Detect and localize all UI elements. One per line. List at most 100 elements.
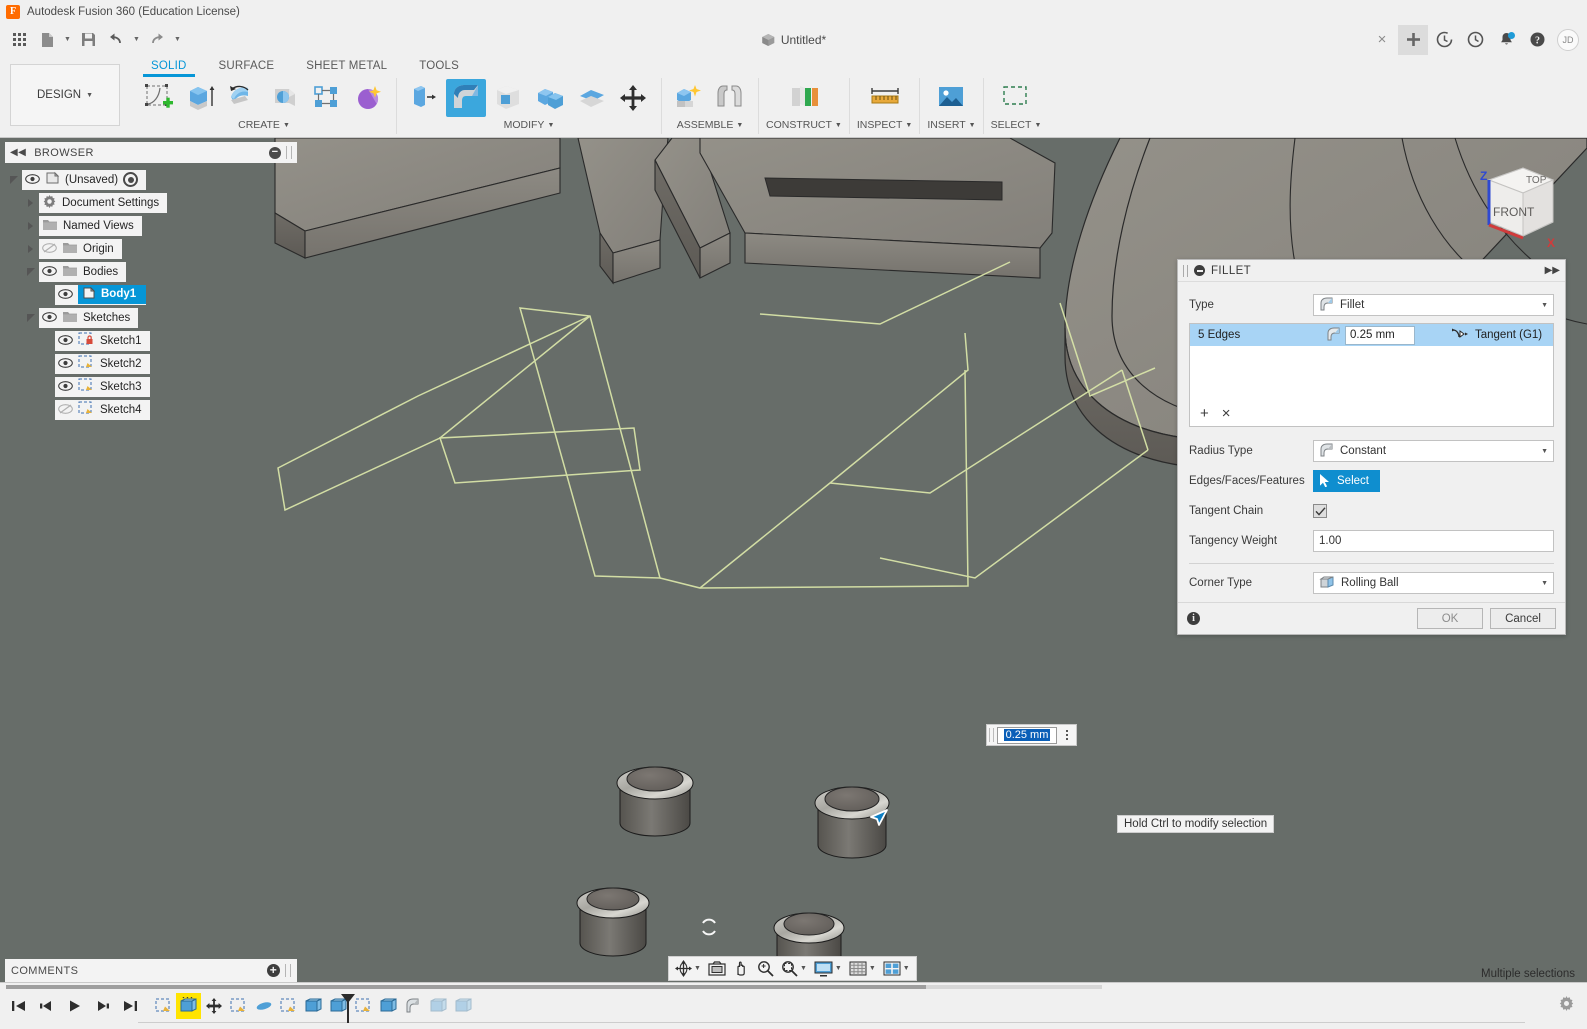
timeline-extrude-feature-2[interactable] xyxy=(301,993,326,1019)
add-comment-icon[interactable]: + xyxy=(267,964,280,977)
cancel-button[interactable]: Cancel xyxy=(1490,608,1556,629)
panel-construct-label[interactable]: CONSTRUCT ▼ xyxy=(766,119,842,131)
visibility-eye-off-icon[interactable] xyxy=(42,242,57,256)
new-file-caret-icon[interactable]: ▼ xyxy=(62,28,73,52)
panel-create-label[interactable]: CREATE ▼ xyxy=(238,119,290,131)
expand-arrow-open-icon[interactable] xyxy=(22,306,39,329)
fillet-radius-input[interactable]: 0.25 mm xyxy=(1345,325,1415,345)
fillet-edge-row[interactable]: 5 Edges 0.25 mm Tangent (G1) xyxy=(1190,324,1553,346)
shell-icon[interactable] xyxy=(488,79,528,117)
timeline-settings-gear-icon[interactable] xyxy=(1558,995,1575,1017)
fillet-edge-list[interactable]: 5 Edges 0.25 mm Tangent (G1) + × xyxy=(1189,323,1554,427)
visibility-eye-off-icon[interactable] xyxy=(58,403,73,417)
document-tab[interactable]: Untitled* xyxy=(761,33,826,47)
tree-node-body1[interactable]: Body1 xyxy=(5,283,297,306)
visibility-eye-icon[interactable] xyxy=(42,265,57,279)
recent-activity-icon[interactable] xyxy=(1460,25,1490,55)
display-settings-button[interactable]: ▼ xyxy=(811,958,845,979)
visibility-eye-icon[interactable] xyxy=(58,288,73,302)
play-icon[interactable] xyxy=(62,993,87,1019)
timeline-move-feature[interactable] xyxy=(201,993,226,1019)
insert-image-icon[interactable] xyxy=(931,79,971,117)
timeline-extrude-feature-highlighted[interactable] xyxy=(176,993,201,1019)
tree-node-sketch1[interactable]: Sketch1 xyxy=(5,329,297,352)
comments-panel[interactable]: COMMENTS + xyxy=(5,959,297,982)
new-component-icon[interactable] xyxy=(669,79,709,117)
step-forward-icon[interactable] xyxy=(90,993,115,1019)
body1-selected-chip[interactable]: Body1 xyxy=(78,285,147,304)
timeline-playhead-marker[interactable] xyxy=(341,994,355,1023)
pan-button[interactable] xyxy=(730,958,753,979)
timeline-sketch-feature-2[interactable] xyxy=(226,993,251,1019)
panel-insert-label[interactable]: INSERT ▼ xyxy=(927,119,975,131)
visibility-eye-icon[interactable] xyxy=(25,173,40,187)
info-icon[interactable]: i xyxy=(1187,612,1200,625)
redo-icon[interactable] xyxy=(144,28,170,52)
dialog-expand-icon[interactable]: ▶▶ xyxy=(1545,265,1560,276)
browser-collapse-icon[interactable]: ◀◀ xyxy=(10,147,26,158)
close-document-icon[interactable]: × xyxy=(1367,25,1397,55)
timeline-extrude-feature-4[interactable] xyxy=(376,993,401,1019)
document-settings-row[interactable]: Document Settings xyxy=(39,192,168,213)
visibility-eye-icon[interactable] xyxy=(42,311,57,325)
expand-arrow-closed-icon[interactable] xyxy=(22,191,39,214)
step-back-icon[interactable] xyxy=(34,993,59,1019)
sketch1-row[interactable]: Sketch1 xyxy=(55,330,150,351)
visibility-eye-icon[interactable] xyxy=(58,380,73,394)
timeline-revolve-feature[interactable] xyxy=(251,993,276,1019)
new-document-icon[interactable] xyxy=(1398,24,1428,55)
workspace-switcher[interactable]: DESIGN ▼ xyxy=(10,64,120,126)
extrude-icon[interactable] xyxy=(181,79,221,117)
corner-type-dropdown[interactable]: Rolling Ball ▼ xyxy=(1313,572,1554,594)
tangency-weight-input[interactable]: 1.00 xyxy=(1313,530,1554,552)
orbit-button[interactable]: ▼ xyxy=(672,958,704,979)
visibility-eye-icon[interactable] xyxy=(58,334,73,348)
dialog-drag-grip[interactable] xyxy=(1183,264,1188,277)
remove-selection-icon[interactable]: × xyxy=(1222,406,1231,421)
origin-row[interactable]: Origin xyxy=(39,238,122,259)
tangent-chain-checkbox[interactable] xyxy=(1313,504,1327,518)
press-pull-icon[interactable] xyxy=(404,79,444,117)
user-account-button[interactable]: JD xyxy=(1553,25,1583,55)
create-sketch-icon[interactable] xyxy=(139,79,179,117)
tree-root-label-wrap[interactable]: (Unsaved) xyxy=(22,169,147,190)
go-to-end-icon[interactable] xyxy=(118,993,143,1019)
move-copy-icon[interactable] xyxy=(614,79,654,117)
expand-arrow-open-icon[interactable] xyxy=(5,168,22,191)
tab-solid[interactable]: SOLID xyxy=(135,58,203,77)
help-icon[interactable]: ? xyxy=(1522,25,1552,55)
ok-button[interactable]: OK xyxy=(1417,608,1483,629)
tree-node-sketch2[interactable]: Sketch2 xyxy=(5,352,297,375)
pattern-icon[interactable] xyxy=(307,79,347,117)
go-to-beginning-icon[interactable] xyxy=(6,993,31,1019)
timeline-sketch-feature-3[interactable] xyxy=(276,993,301,1019)
inline-dimension-input[interactable]: 0.25 mm xyxy=(986,724,1077,746)
panel-select-label[interactable]: SELECT ▼ xyxy=(991,119,1042,131)
tree-node-sketch3[interactable]: Sketch3 xyxy=(5,375,297,398)
fillet-type-dropdown[interactable]: Fillet ▼ xyxy=(1313,294,1554,316)
create-form-icon[interactable] xyxy=(349,79,389,117)
body1-row[interactable]: Body1 xyxy=(55,284,147,305)
tab-surface[interactable]: SURFACE xyxy=(203,58,291,76)
timeline-pending-feature-1[interactable] xyxy=(426,993,451,1019)
fillet-dialog[interactable]: FILLET ▶▶ Type Fillet ▼ 5 Edges 0.25 mm … xyxy=(1177,259,1566,635)
undo-icon[interactable] xyxy=(103,28,129,52)
save-icon[interactable] xyxy=(75,28,101,52)
tab-sheet-metal[interactable]: SHEET METAL xyxy=(290,58,403,76)
tree-node-root[interactable]: (Unsaved) xyxy=(5,168,297,191)
fillet-continuity[interactable]: Tangent (G1) xyxy=(1451,327,1542,344)
timeline-scrollbar[interactable] xyxy=(6,985,1102,989)
bodies-row[interactable]: Bodies xyxy=(39,261,127,282)
add-selection-icon[interactable]: + xyxy=(1200,406,1209,421)
timeline-pending-feature-2[interactable] xyxy=(451,993,476,1019)
new-file-icon[interactable] xyxy=(34,28,60,52)
tree-node-sketches[interactable]: Sketches xyxy=(5,306,297,329)
dimension-drag-grip[interactable] xyxy=(989,728,994,742)
radius-type-dropdown[interactable]: Constant ▼ xyxy=(1313,440,1554,462)
expand-arrow-closed-icon[interactable] xyxy=(22,214,39,237)
tree-node-bodies[interactable]: Bodies xyxy=(5,260,297,283)
fillet-icon[interactable] xyxy=(446,79,486,117)
joint-icon[interactable] xyxy=(711,79,751,117)
dimension-options-icon[interactable] xyxy=(1060,730,1074,740)
undo-caret-icon[interactable]: ▼ xyxy=(131,28,142,52)
